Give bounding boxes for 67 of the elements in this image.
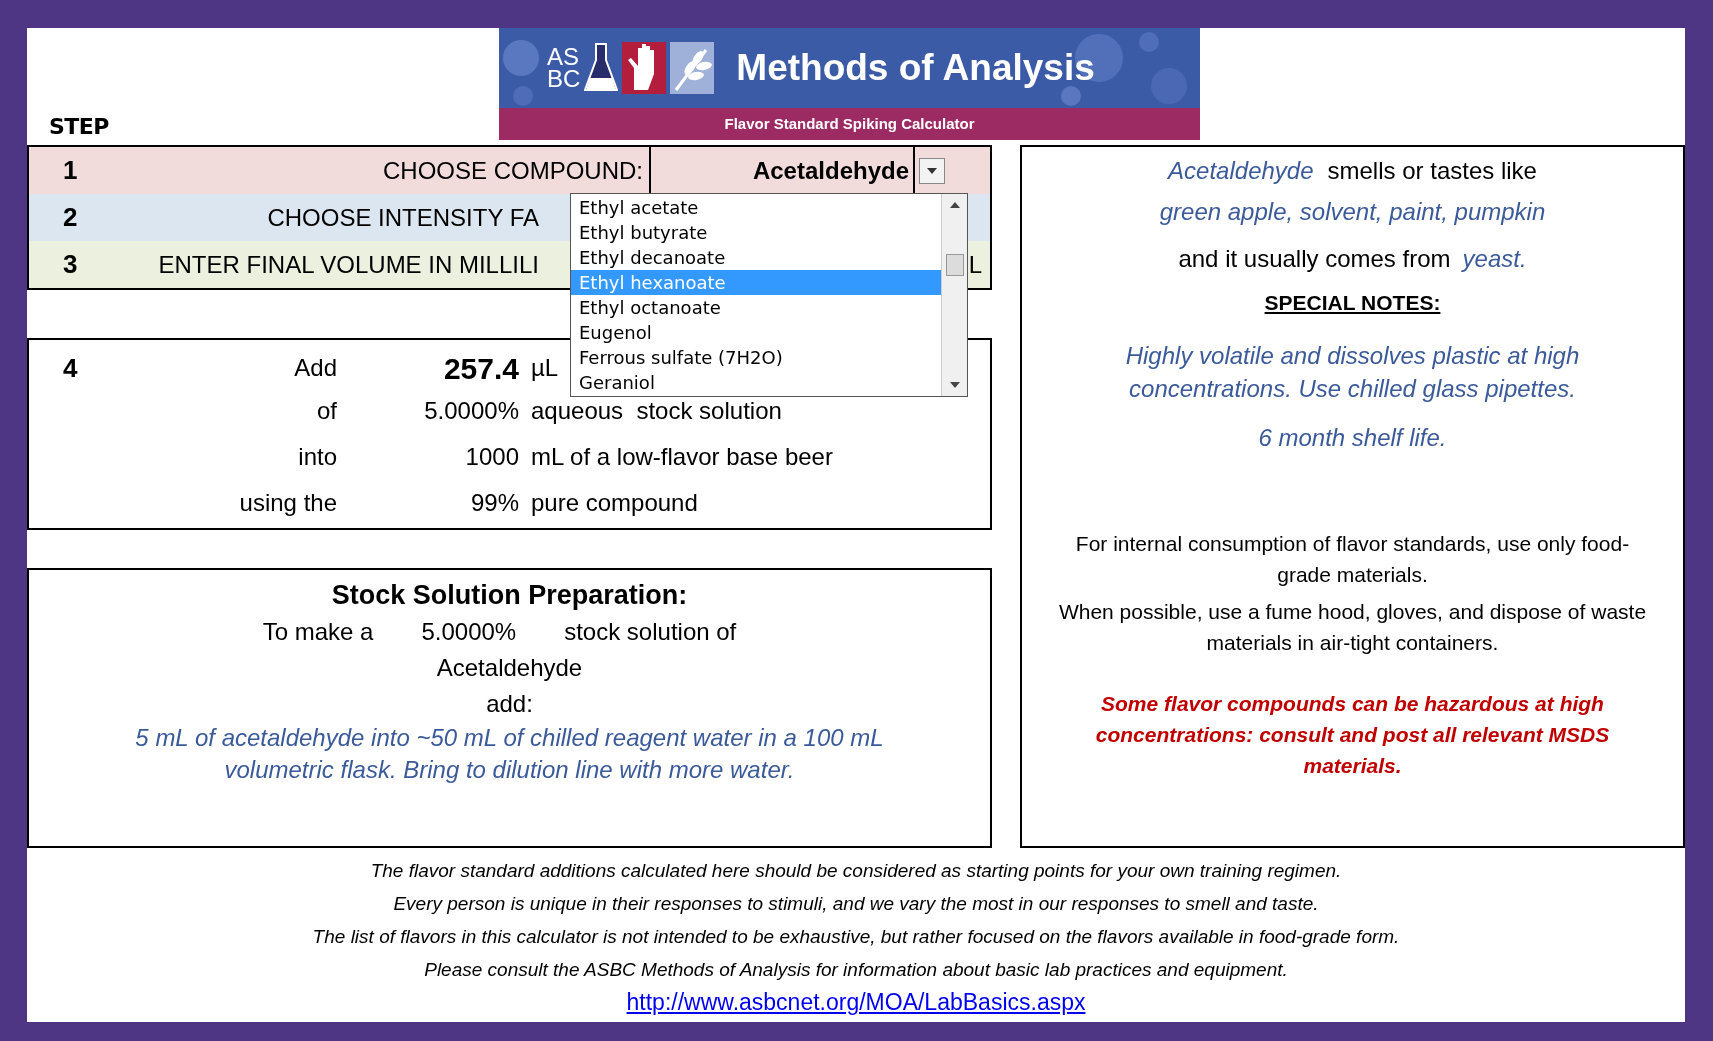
step-label: CHOOSE COMPOUND: [382,155,644,186]
step-header: STEP [49,113,109,141]
descriptor-text: green apple, solvent, paint, pumpkin [1159,197,1546,227]
dropdown-item[interactable]: Eugenol [571,320,941,345]
row-value: 257.4 [442,350,519,387]
notes-heading: SPECIAL NOTES: [1264,290,1441,316]
safety-text: When possible, use a fume hood, gloves, and dispose of waste materials in air-tight containers. [1057,599,1648,656]
safety-text: For internal consumption of flavor standards, use only food-grade materials. [1074,531,1631,588]
row-unit: mL of a low-flavor base beer [530,442,833,472]
stock-text: To make a [262,617,374,647]
step-label: L [968,249,983,280]
caret-icon [927,167,937,174]
scroll-down-icon[interactable] [949,382,960,388]
footer-text: The list of flavors in this calculator is not intended to be exhaustive, but rather focused on the flavors available in food-grade form. [312,925,1400,949]
note-text: Highly volatile and dissolves plastic at high concentrations. Use chilled glass pipettes. [1124,341,1581,404]
banner-title: Methods of Analysis [736,46,1095,91]
dropdown-list[interactable]: Ethyl acetate Ethyl butyrate Ethyl decanoate Ethyl hexanoate Ethyl octanoate Eugenol Ferrous sulfate (7H2O) Geraniol [570,193,968,397]
dropdown-item[interactable]: Ethyl octanoate [571,295,941,320]
row-unit: aqueous stock solution [530,396,782,426]
footer-link[interactable]: http://www.asbcnet.org/MOA/LabBasics.aspx [626,986,1086,1019]
dropdown-item[interactable]: Ethyl decanoate [571,245,941,270]
row-value: 99% [469,488,519,518]
footer-text: The flavor standard additions calculated here should be considered as starting points for your own training regimen. [370,859,1342,883]
profile-text: smells or tastes like [1327,156,1537,186]
dropdown-item[interactable]: Ferrous sulfate (7H2O) [571,345,941,370]
dropdown-item[interactable]: Ethyl butyrate [571,220,941,245]
wheat-icon [670,42,715,94]
logo-text: AS [547,46,580,68]
footer-text: Please consult the ASBC Methods of Analysis for information about basic lab practices and equipment. [424,958,1288,982]
row-value: 1000 [464,442,519,472]
note-text: 6 month shelf life. [1257,423,1448,453]
step-number: 2 [62,201,79,234]
scrollbar[interactable] [941,194,967,396]
compound-name: Acetaldehyde [1168,156,1314,186]
row-label: into [297,442,337,472]
bubble [503,40,539,76]
panel-title: Stock Solution Preparation: [331,579,688,612]
flask-icon [584,42,619,94]
row-label: of [316,396,337,426]
footer-text: Every person is unique in their responses to stimuli, and we vary the most in our responses to smell and taste. [393,892,1319,916]
stock-concentration: 5.0000% [421,617,517,647]
row-unit: µL [530,353,559,383]
row-unit: pure compound [530,488,698,518]
scroll-up-icon[interactable] [949,202,960,208]
instructions-text: 5 mL of acetaldehyde into ~50 mL of chilled reagent water in a 100 mL volumetric flask. Bring to dilution line with more water. [134,723,885,785]
stock-text: stock solution of [564,617,737,647]
logo-text: BC [547,68,581,90]
dropdown-button[interactable] [919,157,945,184]
row-label: Add [293,353,337,383]
step-number: 4 [62,351,79,385]
step-label: CHOOSE INTENSITY FA [266,202,540,233]
profile-text: and it usually comes from [1178,244,1451,274]
step-number: 3 [62,248,79,281]
row-value: 5.0000% [423,396,519,426]
compound-name: Acetaldehyde [436,653,583,683]
warning-text: Some flavor compounds can be hazardous at high concentrations: consult and post all relevant MSDS materials. [1094,691,1611,779]
row-label: using the [238,488,337,518]
bubble [1061,86,1081,106]
dropdown-item[interactable]: Ethyl acetate [571,195,941,220]
step-label: ENTER FINAL VOLUME IN MILLILI [157,249,540,280]
dropdown-item[interactable]: Geraniol [571,370,941,395]
scroll-thumb[interactable] [945,254,964,276]
hand-icon [622,42,667,94]
stock-text: add: [486,689,533,719]
step-number: 1 [62,154,79,187]
banner-subtitle: Flavor Standard Spiking Calculator [724,113,975,134]
source-text: yeast. [1462,244,1527,274]
